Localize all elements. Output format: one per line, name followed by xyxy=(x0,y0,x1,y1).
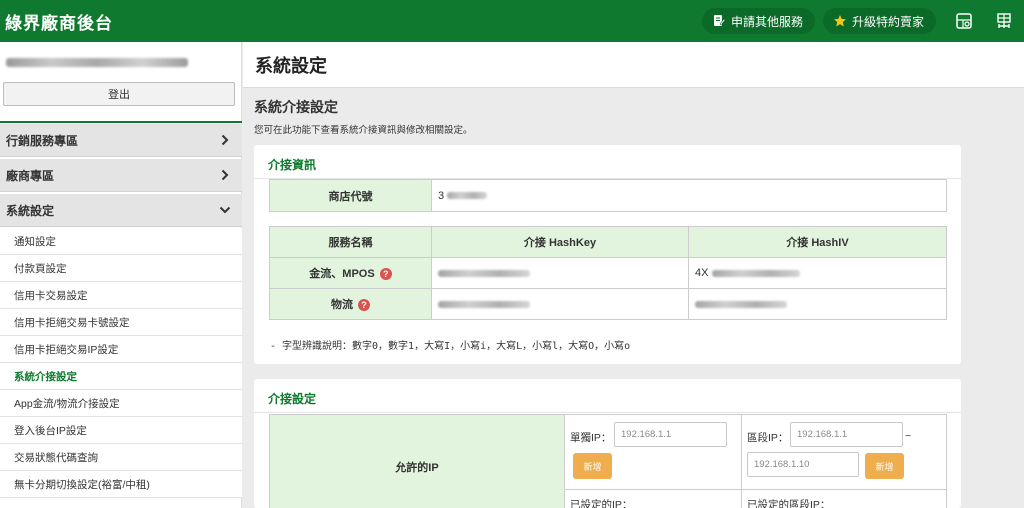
card-divider xyxy=(254,412,961,413)
brand-title[interactable]: 綠界廠商後台 xyxy=(0,9,113,34)
sidebar-item-payment-page[interactable]: 付款頁設定 xyxy=(0,255,242,282)
merchant-id-label: 商店代號 xyxy=(269,179,432,212)
upgrade-seller-button[interactable]: 升級特約賣家 xyxy=(822,8,936,34)
col-service-name: 服務名稱 xyxy=(269,226,432,258)
add-range-ip-button[interactable]: 新增 xyxy=(865,453,904,479)
payment-hashiv: 4X xyxy=(688,257,947,289)
section-title: 系統介接設定 xyxy=(254,99,338,115)
range-ip-start-input[interactable]: 192.168.1.1 xyxy=(790,422,903,447)
logistics-hashiv xyxy=(688,288,947,320)
hashiv-redacted xyxy=(711,269,800,277)
nav-section-marketing[interactable]: 行銷服務專區 xyxy=(0,124,242,157)
language-icon[interactable] xyxy=(994,11,1014,31)
range-ip-label: 區段IP： xyxy=(747,432,789,444)
single-ip-label: 單獨IP： xyxy=(570,432,612,444)
hashiv-prefix: 4X xyxy=(695,267,709,279)
page-title: 系統設定 xyxy=(255,55,327,76)
nav-section-label: 行銷服務專區 xyxy=(6,133,79,148)
chevron-right-icon xyxy=(218,132,232,148)
apply-service-button[interactable]: 申請其他服務 xyxy=(701,8,815,34)
font-note: - 字型辨識說明：數字0，數字1，大寫I，小寫i，大寫L，小寫l，大寫O，小寫o xyxy=(270,341,631,352)
sidebar-item-card-reject[interactable]: 信用卡拒絕交易卡號設定 xyxy=(0,309,242,336)
top-bar: 綠界廠商後台 申請其他服務 升級特約賣家 xyxy=(0,0,1024,42)
help-icon[interactable]: ? xyxy=(358,299,370,312)
apply-service-label: 申請其他服務 xyxy=(730,14,803,29)
col-hashkey: 介接 HashKey xyxy=(431,226,689,258)
sidebar-item-notification[interactable]: 通知設定 xyxy=(0,228,242,255)
card-title: 介接設定 xyxy=(268,392,317,406)
merchant-id-value: 3 xyxy=(431,179,947,212)
row-logistics-label: 物流? xyxy=(269,288,432,320)
chevron-right-icon xyxy=(218,167,232,183)
range-ip-end-input[interactable]: 192.168.1.10 xyxy=(747,452,859,477)
shop-name xyxy=(0,42,241,82)
row-logistics-text: 物流 xyxy=(331,299,353,311)
allowed-ip-label: 允許的IP xyxy=(269,414,565,508)
grid-icon[interactable] xyxy=(954,11,974,31)
range-tilde: ~ xyxy=(905,430,912,442)
nav-section-label: 系統設定 xyxy=(6,203,55,218)
upgrade-seller-label: 升級特約賣家 xyxy=(851,14,924,29)
add-single-ip-button[interactable]: 新增 xyxy=(573,453,612,479)
section-description: 您可在此功能下查看系統介接資訊與修改相關設定。 xyxy=(254,125,473,136)
sidebar-item-status-code[interactable]: 交易狀態代碼查詢 xyxy=(0,444,242,471)
sidebar-item-credit-card[interactable]: 信用卡交易設定 xyxy=(0,282,242,309)
chevron-down-icon xyxy=(218,202,232,218)
nav-section-label: 廠商專區 xyxy=(6,168,55,183)
page-header: 系統設定 xyxy=(243,42,1024,88)
hashkey-redacted xyxy=(438,269,530,277)
nav-section-merchant[interactable]: 廠商專區 xyxy=(0,159,242,192)
row-payment-text: 金流、MPOS xyxy=(309,268,375,280)
sidebar-item-installment[interactable]: 無卡分期切換設定(裕富/中租) xyxy=(0,471,242,498)
top-actions: 申請其他服務 升級特約賣家 xyxy=(701,0,1024,42)
table-row: 金流、MPOS? 4X xyxy=(269,257,947,289)
sidebar-item-login-ip[interactable]: 登入後台IP設定 xyxy=(0,417,242,444)
payment-hashkey xyxy=(431,257,689,289)
star-icon xyxy=(833,14,847,28)
row-payment-label: 金流、MPOS? xyxy=(269,257,432,289)
hashiv-redacted xyxy=(695,300,787,308)
hash-table: 服務名稱 介接 HashKey 介接 HashIV 金流、MPOS? 4X 物流… xyxy=(269,226,947,320)
col-hashiv: 介接 HashIV xyxy=(688,226,947,258)
card-title: 介接資訊 xyxy=(268,158,317,172)
merchant-id-redacted xyxy=(447,192,488,200)
help-icon[interactable]: ? xyxy=(379,268,392,281)
sidebar-item-system-integration[interactable]: 系統介接設定 xyxy=(0,363,242,390)
single-ip-input[interactable]: 192.168.1.1 xyxy=(614,422,727,447)
sidebar-item-ip-reject[interactable]: 信用卡拒絕交易IP設定 xyxy=(0,336,242,363)
merchant-id-prefix: 3 xyxy=(438,189,445,202)
configured-range-label: 已設定的區段IP： xyxy=(747,499,831,508)
shop-name-redacted xyxy=(6,57,188,67)
edit-document-icon xyxy=(712,14,726,28)
table-row: 物流? xyxy=(269,288,947,320)
merchant-id-table: 商店代號 3 xyxy=(269,179,947,212)
sidebar-divider xyxy=(0,121,242,123)
sidebar: 登出 行銷服務專區 廠商專區 系統設定 通知設定 付款頁設定 信用卡交易設定 信… xyxy=(0,42,242,508)
sidebar-item-app-integration[interactable]: App金流/物流介接設定 xyxy=(0,390,242,417)
configured-ip-label: 已設定的IP： xyxy=(570,499,633,508)
logout-button[interactable]: 登出 xyxy=(3,82,235,106)
nav-section-system[interactable]: 系統設定 xyxy=(0,194,242,227)
hashkey-redacted xyxy=(438,300,530,308)
logistics-hashkey xyxy=(431,288,689,320)
